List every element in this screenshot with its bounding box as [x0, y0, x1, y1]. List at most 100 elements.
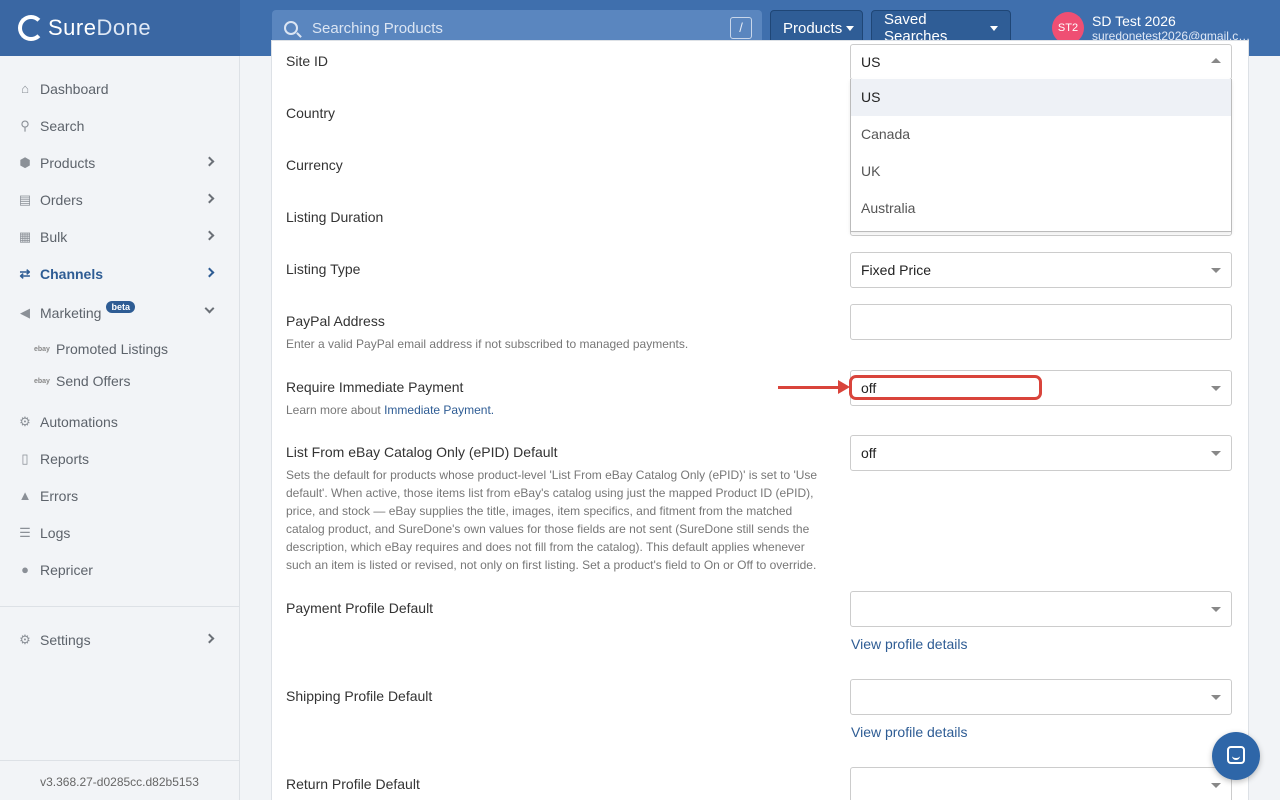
- listing-type-label: Listing Type: [286, 261, 361, 277]
- sidebar-item-errors[interactable]: ▲ Errors: [0, 477, 239, 514]
- sidebar-item-label: Marketing: [40, 304, 102, 321]
- listing-type-value: Fixed Price: [861, 262, 932, 278]
- immediate-payment-link[interactable]: Immediate Payment.: [384, 403, 494, 417]
- paypal-label: PayPal Address: [286, 313, 385, 329]
- sidebar-item-repricer[interactable]: ● Repricer: [0, 551, 239, 588]
- clipboard-icon: ▤: [18, 191, 32, 207]
- exchange-icon: ⇄: [19, 265, 31, 281]
- home-icon: ⌂: [21, 80, 29, 96]
- sidebar-item-label: Products: [40, 154, 96, 171]
- sidebar-subitem-label: Send Offers: [56, 373, 131, 389]
- chevron-right-icon: [204, 267, 215, 278]
- caret-down-icon: [846, 25, 855, 31]
- sidebar-item-label: Settings: [40, 631, 91, 648]
- listing-type-select[interactable]: Fixed Price: [850, 252, 1232, 288]
- sidebar-item-label: Bulk: [40, 228, 68, 245]
- listing-duration-label: Listing Duration: [286, 209, 384, 225]
- chevron-up-icon: [1211, 58, 1221, 63]
- products-menu-label: Products: [783, 19, 843, 37]
- sidebar-item-search[interactable]: ⚲ Search: [0, 107, 239, 144]
- paypal-help: Enter a valid PayPal email address if no…: [286, 337, 689, 351]
- paypal-address-input[interactable]: [850, 304, 1232, 340]
- app-version: v3.368.27-d0285cc.d82b5153: [0, 760, 239, 789]
- sidebar-item-label: Reports: [40, 450, 90, 467]
- site-id-label: Site ID: [286, 53, 329, 69]
- currency-label: Currency: [286, 157, 343, 173]
- sidebar-item-label: Channels: [40, 265, 104, 282]
- file-icon: ▯: [21, 450, 29, 466]
- search-shortcut-key: /: [730, 17, 752, 39]
- cubes-icon: ⬢: [19, 154, 31, 170]
- dropdown-option[interactable]: Australia: [851, 190, 1231, 227]
- shipping-profile-label: Shipping Profile Default: [286, 688, 433, 704]
- sidebar-item-bulk[interactable]: ▦ Bulk: [0, 218, 239, 255]
- dropdown-option[interactable]: UK: [851, 153, 1231, 190]
- chevron-down-icon: [204, 303, 215, 314]
- site-id-select[interactable]: US: [850, 44, 1232, 80]
- sidebar-item-label: Errors: [40, 487, 79, 504]
- sidebar-item-label: Automations: [40, 413, 118, 430]
- shipping-profile-details-link[interactable]: View profile details: [851, 724, 967, 740]
- sidebar-item-marketing[interactable]: ◀ Marketing beta: [0, 294, 239, 331]
- payment-profile-details-link[interactable]: View profile details: [851, 636, 967, 652]
- chevron-down-icon: [1211, 783, 1221, 788]
- immediate-payment-help: Learn more about Immediate Payment.: [286, 401, 494, 419]
- site-id-dropdown: US Canada UK Australia: [850, 79, 1232, 232]
- caret-down-icon: [990, 25, 998, 31]
- sidebar-subitem-send-offers[interactable]: ebay Send Offers: [34, 369, 130, 393]
- chevron-down-icon: [1211, 268, 1221, 273]
- list-icon: ☰: [19, 524, 31, 540]
- dropdown-option[interactable]: Canada: [851, 116, 1231, 153]
- sidebar-item-automations[interactable]: ⚙ Automations: [0, 403, 239, 440]
- epid-label: List From eBay Catalog Only (ePID) Defau…: [286, 444, 558, 460]
- epid-select[interactable]: off: [850, 435, 1232, 471]
- bullhorn-icon: ◀: [20, 304, 30, 320]
- search-icon: [284, 21, 298, 35]
- chevron-right-icon: [204, 230, 215, 241]
- shipping-profile-select[interactable]: [850, 679, 1232, 715]
- beta-badge: beta: [106, 300, 135, 313]
- chevron-right-icon: [204, 633, 215, 644]
- logo-text: SureDone: [48, 15, 152, 40]
- sidebar-subitem-label: Promoted Listings: [56, 341, 169, 357]
- search-input[interactable]: [312, 19, 712, 37]
- chevron-down-icon: [1211, 386, 1221, 391]
- sidebar-item-label: Logs: [40, 524, 71, 541]
- dropdown-option[interactable]: US: [851, 79, 1231, 116]
- return-profile-select[interactable]: [850, 767, 1232, 800]
- chat-support-button[interactable]: [1212, 732, 1260, 780]
- sidebar-item-label: Search: [40, 117, 85, 134]
- logo[interactable]: SureDone: [0, 0, 240, 56]
- ebay-icon: ebay: [34, 345, 50, 353]
- logo-icon: [18, 15, 44, 41]
- warning-icon: ▲: [18, 487, 32, 503]
- sidebar-item-orders[interactable]: ▤ Orders: [0, 181, 239, 218]
- chevron-right-icon: [204, 193, 215, 204]
- sidebar-item-dashboard[interactable]: ⌂ Dashboard: [0, 70, 239, 107]
- chevron-down-icon: [1211, 607, 1221, 612]
- payment-profile-label: Payment Profile Default: [286, 600, 434, 616]
- ebay-icon: ebay: [34, 377, 50, 385]
- site-id-value: US: [861, 54, 881, 70]
- sidebar-item-logs[interactable]: ☰ Logs: [0, 514, 239, 551]
- payment-profile-select[interactable]: [850, 591, 1232, 627]
- sidebar-item-channels[interactable]: ⇄ Channels: [0, 255, 239, 292]
- gear-icon: ⚙: [19, 631, 31, 647]
- sidebar-item-label: Repricer: [40, 561, 93, 578]
- sidebar-item-label: Orders: [40, 191, 83, 208]
- return-profile-label: Return Profile Default: [286, 776, 420, 792]
- csv-file-icon: ▦: [18, 228, 32, 244]
- sidebar-item-products[interactable]: ⬢ Products: [0, 144, 239, 181]
- immediate-payment-help-text: Learn more about: [286, 403, 385, 417]
- country-label: Country: [286, 105, 336, 121]
- chat-icon: [1227, 746, 1245, 764]
- sidebar-item-reports[interactable]: ▯ Reports: [0, 440, 239, 477]
- sidebar-item-settings[interactable]: ⚙ Settings: [0, 621, 239, 658]
- chevron-right-icon: [204, 156, 215, 167]
- cogs-icon: ⚙: [19, 413, 31, 429]
- search-icon: ⚲: [20, 117, 30, 133]
- epid-help: Sets the default for products whose prod…: [286, 468, 818, 572]
- chevron-down-icon: [1211, 695, 1221, 700]
- sidebar-subitem-promoted-listings[interactable]: ebay Promoted Listings: [34, 337, 168, 361]
- immediate-payment-label: Require Immediate Payment: [286, 379, 464, 395]
